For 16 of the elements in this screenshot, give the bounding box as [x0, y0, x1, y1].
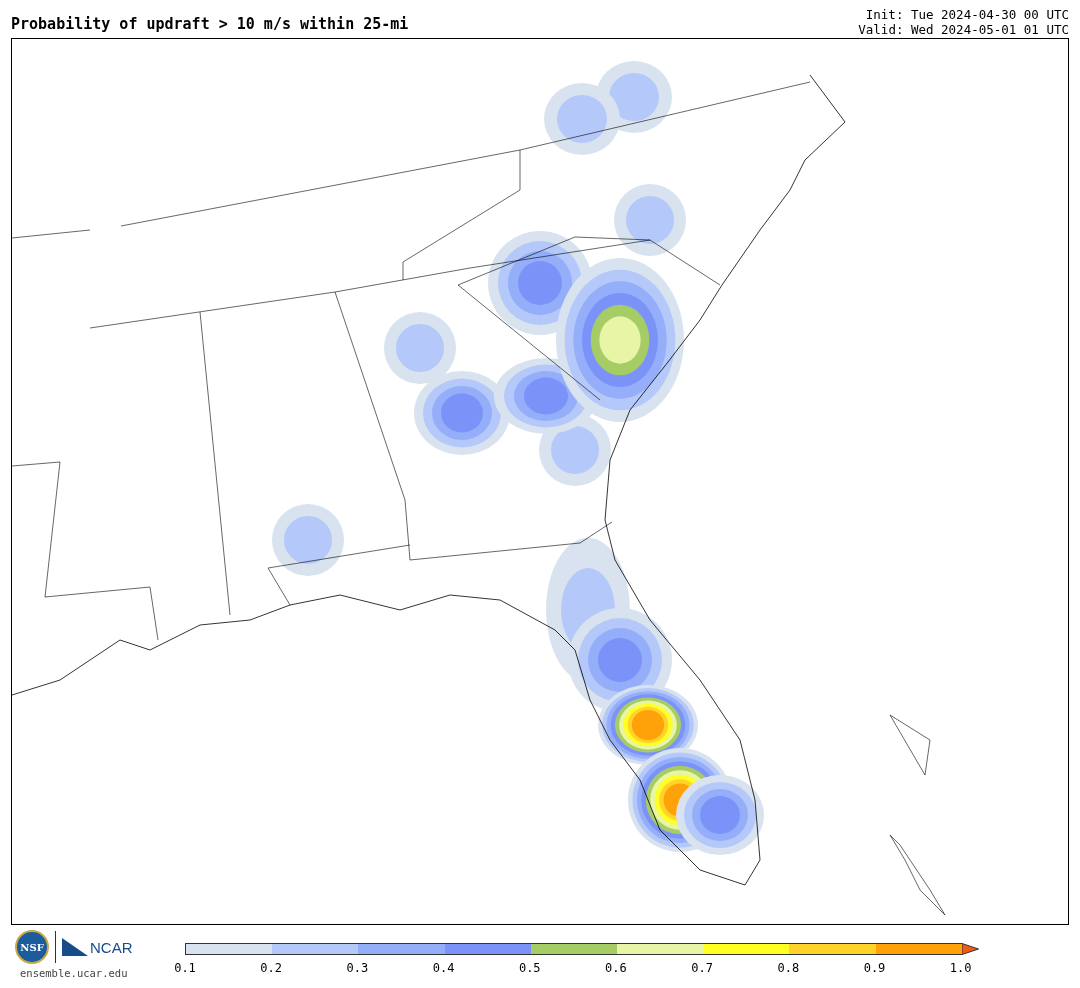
valid-time: Valid: Wed 2024-05-01 01 UTC: [858, 22, 1069, 37]
tick-label: 0.2: [259, 961, 284, 975]
nsf-logo: NSF: [15, 930, 49, 964]
tick-label: 1.0: [948, 961, 973, 975]
tick-label: 0.4: [431, 961, 456, 975]
tick-label: 0.1: [173, 961, 197, 975]
init-time: Init: Tue 2024-04-30 00 UTC: [865, 7, 1069, 22]
chart-title: Probability of updraft > 10 m/s within 25-mi: [11, 15, 409, 35]
ncar-logo-text: NCAR: [90, 938, 133, 956]
tick-label: 0.8: [776, 961, 801, 975]
tick-label: 0.7: [690, 961, 714, 975]
tick-label: 0.5: [517, 961, 542, 975]
tick-label: 0.3: [345, 961, 370, 975]
ncar-logo-icon: [62, 938, 88, 956]
tick-label: 0.6: [604, 961, 628, 975]
tick-label: 0.9: [862, 961, 887, 975]
